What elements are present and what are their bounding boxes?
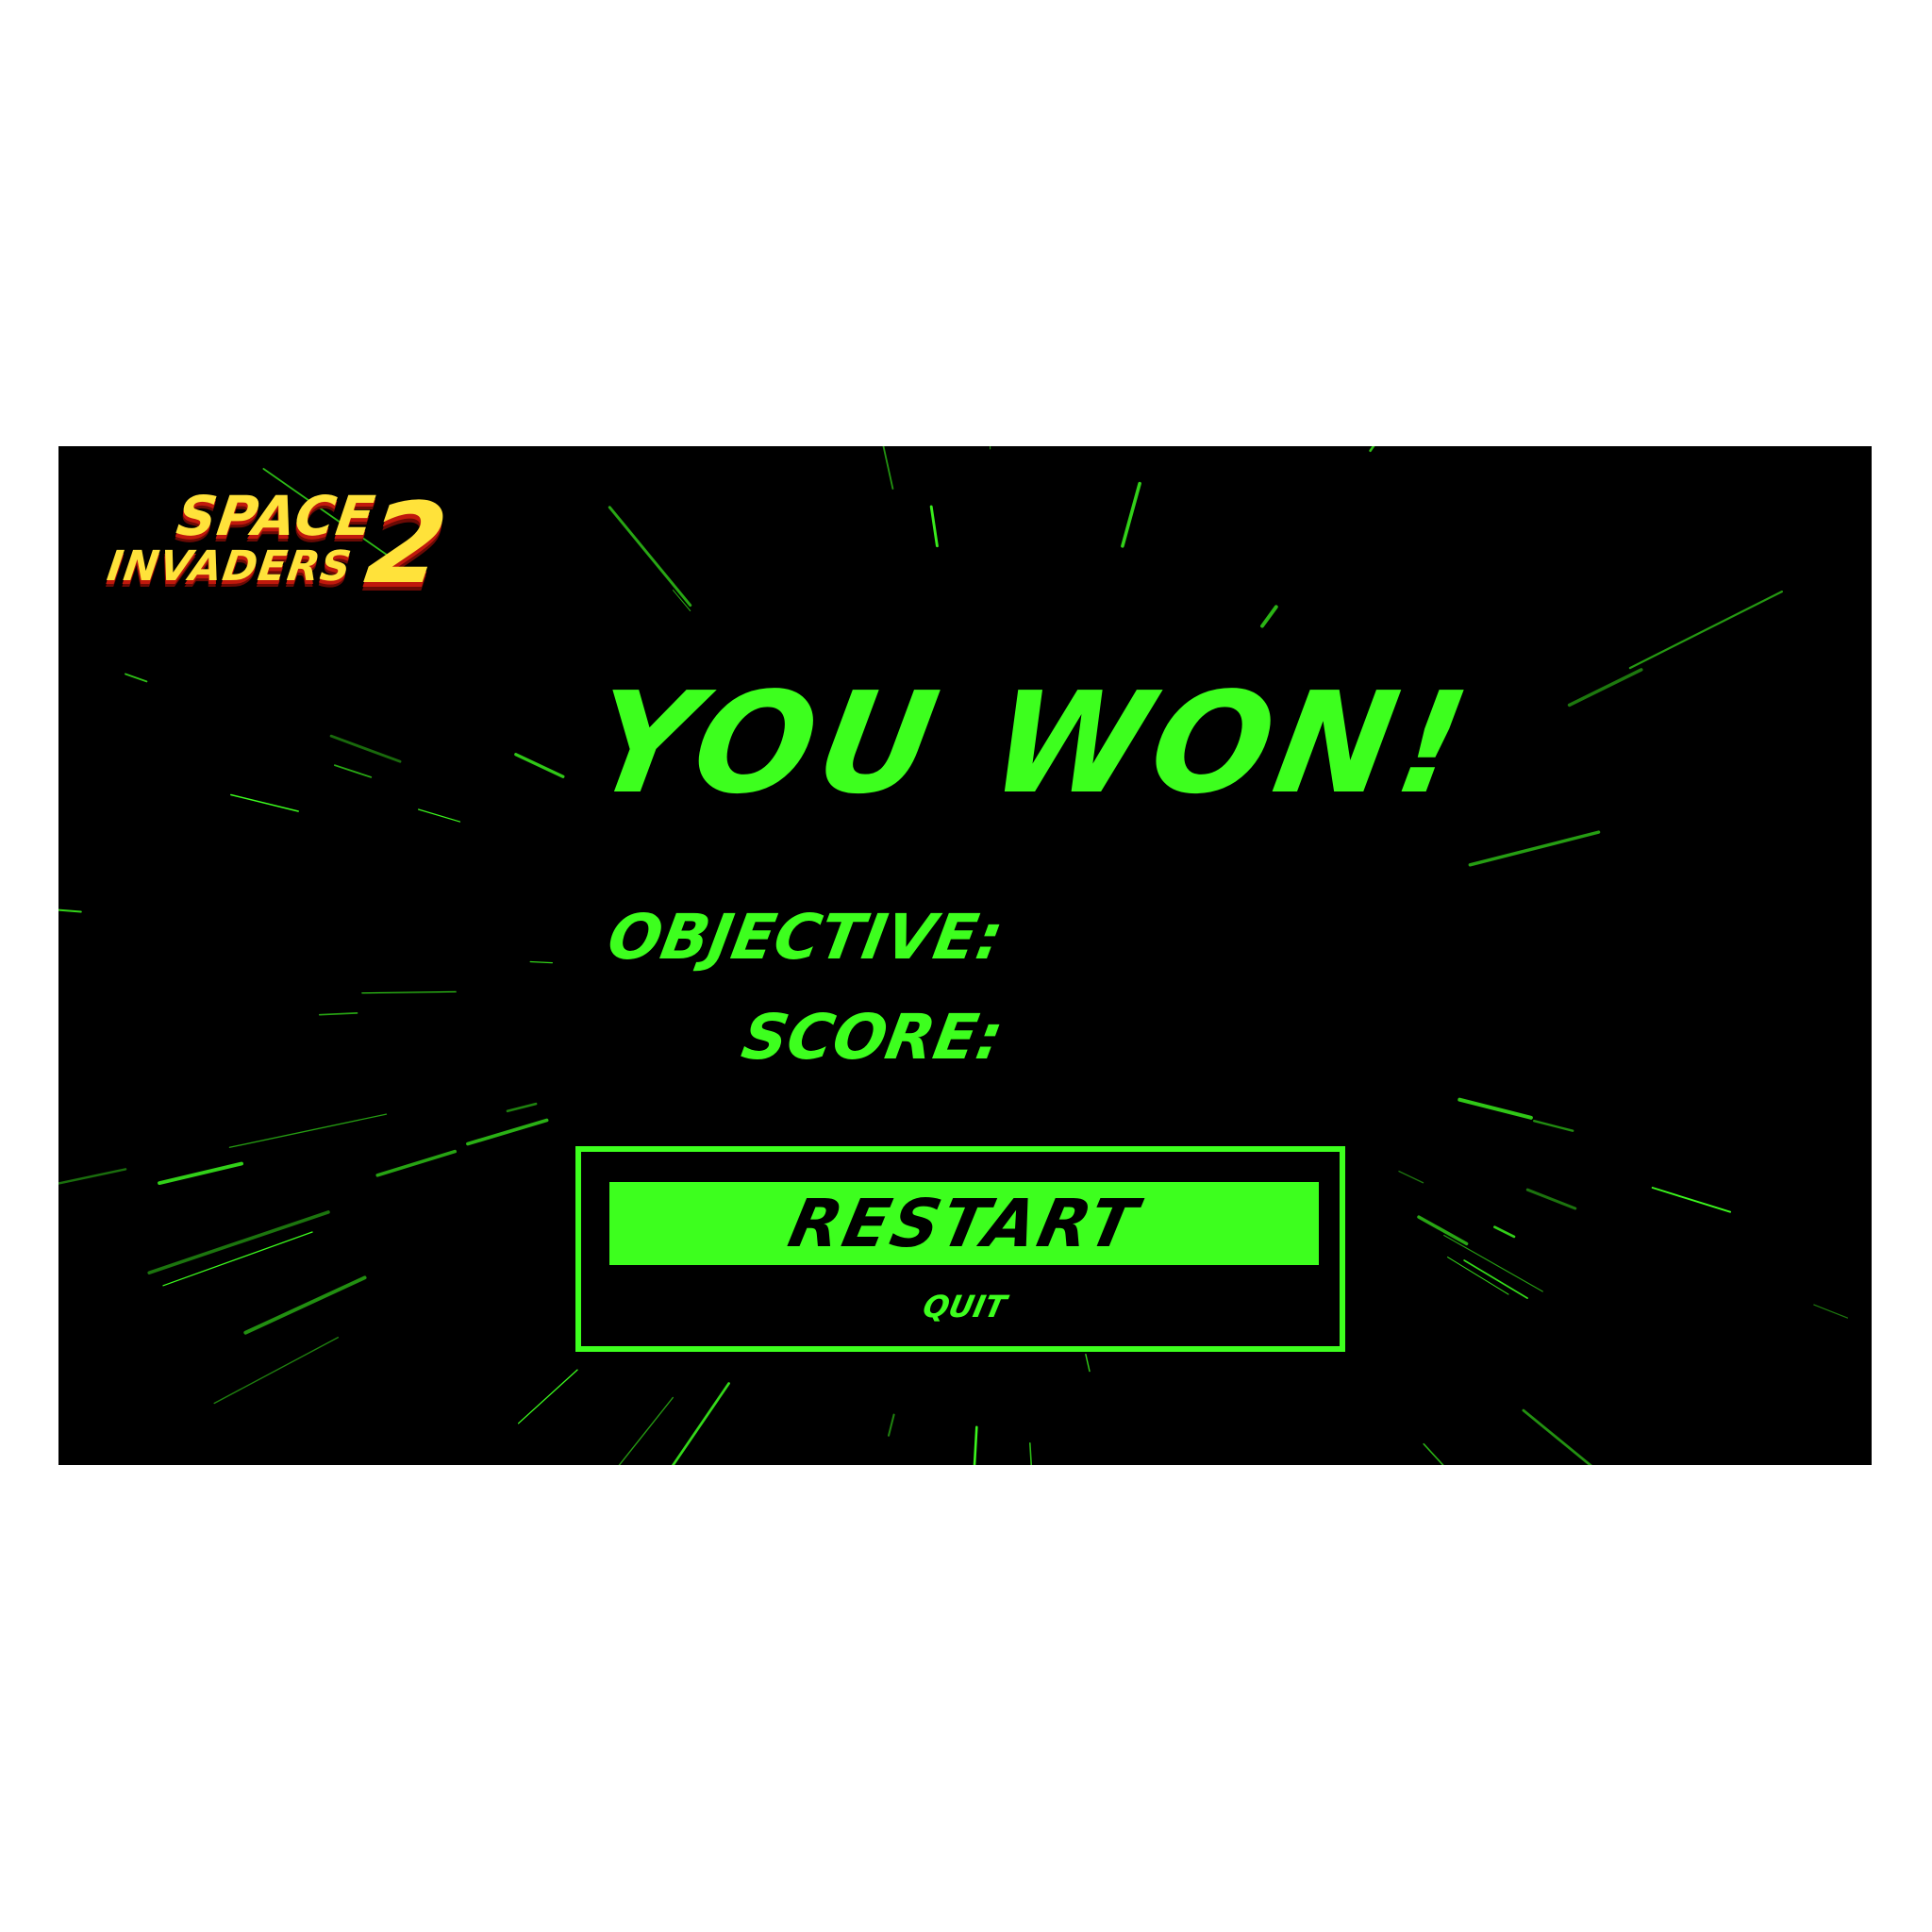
star-streak [333, 764, 373, 778]
game-screen: SPACE INVADERS 2 YOU WON! OBJECTIVE: SCO… [58, 446, 1872, 1465]
star-streak [882, 446, 894, 490]
star-streak [1398, 1170, 1424, 1184]
star-streak [1121, 481, 1141, 548]
star-streak [517, 1369, 578, 1424]
result-headline: YOU WON! [579, 662, 1485, 824]
star-streak [58, 1168, 127, 1185]
star-streak [1525, 1188, 1577, 1210]
star-streak [158, 1161, 244, 1185]
star-streak [989, 446, 991, 450]
star-streak [1493, 1225, 1516, 1239]
restart-button-label: RESTART [782, 1185, 1146, 1262]
star-streak [1417, 1215, 1469, 1246]
star-streak [147, 1210, 330, 1275]
star-streak [329, 734, 402, 763]
star-streak [1651, 1187, 1732, 1213]
star-streak [1457, 1097, 1533, 1120]
score-label: SCORE: [736, 1001, 1008, 1074]
star-streak [608, 506, 692, 608]
star-streak [1443, 1234, 1543, 1292]
star-streak [375, 1149, 458, 1177]
star-streak [514, 753, 565, 778]
star-streak [1447, 1257, 1509, 1295]
star-streak [213, 1337, 339, 1405]
star-streak [973, 1425, 978, 1465]
star-streak [506, 1102, 538, 1113]
star-streak [1369, 446, 1375, 453]
quit-button[interactable]: QUIT [860, 1284, 1068, 1329]
star-streak [230, 793, 299, 812]
objective-label: OBJECTIVE: [602, 901, 1008, 974]
star-streak [1813, 1304, 1849, 1319]
star-streak [618, 1396, 674, 1465]
logo-space-text: SPACE [173, 484, 380, 548]
star-streak [1463, 1259, 1528, 1299]
star-streak [125, 673, 148, 683]
star-streak [243, 1275, 367, 1335]
quit-button-label: QUIT [919, 1289, 1009, 1324]
star-streak [228, 1113, 388, 1148]
star-streak [466, 1118, 549, 1146]
star-streak [887, 1413, 895, 1437]
star-streak [1260, 605, 1278, 628]
star-streak [361, 991, 457, 994]
star-streak [418, 808, 461, 823]
star-streak [1468, 830, 1601, 867]
star-streak [1628, 591, 1784, 670]
star-streak [1423, 1442, 1444, 1465]
star-streak [1567, 668, 1643, 708]
star-streak [1532, 1120, 1574, 1132]
game-logo: SPACE INVADERS 2 [104, 478, 466, 608]
restart-button[interactable]: RESTART [609, 1182, 1319, 1265]
star-streak [318, 1012, 358, 1016]
star-streak [1029, 1442, 1033, 1465]
star-streak [671, 1382, 730, 1465]
logo-invaders-text: INVADERS [104, 542, 356, 591]
star-streak [1522, 1408, 1592, 1465]
star-streak [58, 908, 82, 913]
star-streak [929, 505, 939, 548]
star-streak [1085, 1354, 1091, 1373]
